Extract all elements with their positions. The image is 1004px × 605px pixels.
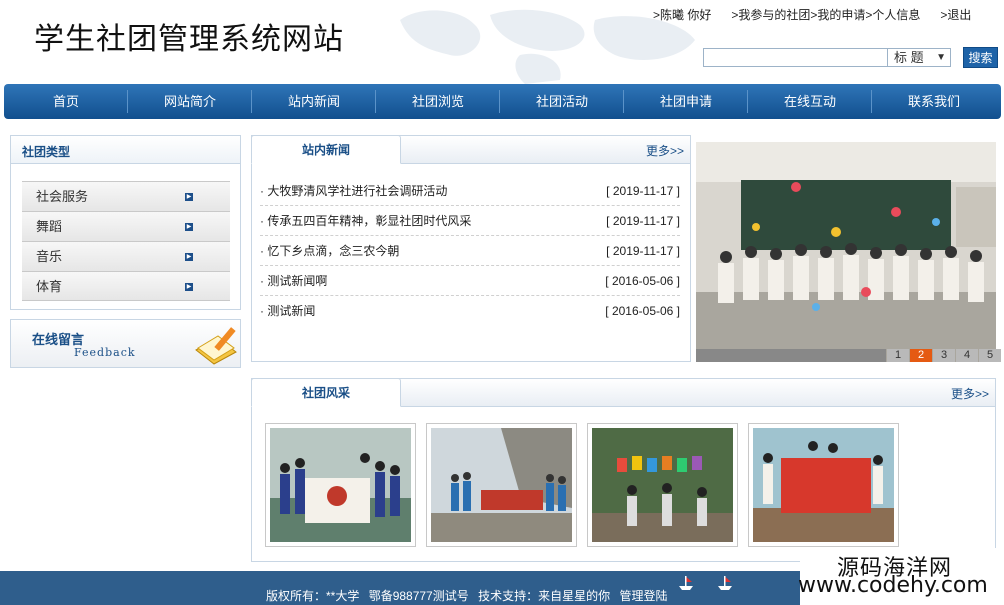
footer-copyright: 版权所有：**大学 [266, 589, 360, 603]
search-input[interactable] [703, 48, 888, 67]
notebook-pencil-icon [195, 327, 237, 365]
footer-text: 版权所有：**大学 鄂备988777测试号 技术支持：来自星星的你 管理登陆 [266, 587, 673, 604]
my-apply-link[interactable]: >我的申请 [810, 8, 865, 22]
news-more-link[interactable]: 更多>> [646, 142, 684, 159]
club-style-panel: 社团风采 更多>> [251, 378, 996, 562]
news-date: [ 2019-11-17 ] [606, 214, 680, 228]
category-label: 音乐 [36, 249, 63, 264]
nav-item-news[interactable]: 站内新闻 [252, 84, 376, 119]
feedback-banner[interactable]: 在线留言 Feedback [10, 319, 241, 368]
profile-link[interactable]: >个人信息 [865, 8, 920, 22]
pirate-ship-icon [718, 576, 732, 590]
my-clubs-link[interactable]: >我参与的社团 [731, 8, 810, 22]
news-title[interactable]: · 测试新闻 [260, 304, 315, 318]
slideshow-pager: 1 2 3 4 5 [886, 349, 1001, 362]
search-button[interactable]: 搜索 [963, 47, 998, 68]
category-label: 社会服务 [36, 189, 89, 204]
club-photo-list [265, 423, 909, 547]
arrow-right-icon: ▶ [185, 253, 193, 261]
club-photo[interactable] [748, 423, 899, 547]
news-date: [ 2019-11-17 ] [606, 244, 680, 258]
news-item[interactable]: · 测试新闻啊 [ 2016-05-06 ] [260, 266, 680, 296]
search-field-value: 标 题 [894, 50, 924, 65]
news-title[interactable]: · 大牧野清风学社进行社会调研活动 [260, 184, 447, 198]
top-links: >陈曦 你好 >我参与的社团>我的申请>个人信息 >退出 [653, 6, 971, 23]
search-field-select[interactable]: 标 题 ▼ [887, 48, 951, 67]
club-photo-image [270, 428, 411, 542]
nav-item-home[interactable]: 首页 [4, 84, 128, 119]
dropdown-arrow-icon: ▼ [936, 52, 946, 63]
user-greeting: >陈曦 你好 [653, 8, 712, 22]
nav-item-contact[interactable]: 联系我们 [872, 84, 996, 119]
slide-page-2[interactable]: 2 [910, 349, 932, 362]
category-item-sports[interactable]: 体育 ▶ [22, 271, 230, 301]
club-style-more-link[interactable]: 更多>> [951, 385, 989, 402]
news-panel: 站内新闻 更多>> · 大牧野清风学社进行社会调研活动 [ 2019-11-17 … [251, 135, 691, 362]
tab-club-style[interactable]: 社团风采 [251, 378, 401, 407]
nav-item-clubs[interactable]: 社团浏览 [376, 84, 500, 119]
arrow-right-icon: ▶ [185, 223, 193, 231]
news-item[interactable]: · 忆下乡点滴，念三农今朝 [ 2019-11-17 ] [260, 236, 680, 266]
main-nav: 首页 网站简介 站内新闻 社团浏览 社团活动 社团申请 在线互动 联系我们 [4, 84, 1001, 119]
category-item-dance[interactable]: 舞蹈 ▶ [22, 211, 230, 241]
news-date: [ 2019-11-17 ] [606, 184, 680, 198]
category-label: 体育 [36, 279, 63, 294]
slide-page-3[interactable]: 3 [933, 349, 955, 362]
category-list: 社会服务 ▶ 舞蹈 ▶ 音乐 ▶ 体育 ▶ [22, 181, 230, 301]
footer-support: 技术支持：来自星星的你 [478, 589, 611, 603]
news-item[interactable]: · 大牧野清风学社进行社会调研活动 [ 2019-11-17 ] [260, 176, 680, 206]
club-photo-image [753, 428, 894, 542]
category-item-social-service[interactable]: 社会服务 ▶ [22, 181, 230, 211]
news-item[interactable]: · 测试新闻 [ 2016-05-06 ] [260, 296, 680, 326]
tab-news[interactable]: 站内新闻 [251, 135, 401, 164]
nav-item-apply[interactable]: 社团申请 [624, 84, 748, 119]
news-list: · 大牧野清风学社进行社会调研活动 [ 2019-11-17 ] · 传承五四百年… [260, 176, 680, 326]
nav-item-interaction[interactable]: 在线互动 [748, 84, 872, 119]
admin-login-link[interactable]: 管理登陆 [619, 589, 667, 603]
category-label: 舞蹈 [36, 219, 63, 234]
club-photo[interactable] [587, 423, 738, 547]
world-map-background [400, 9, 695, 84]
club-photo[interactable] [426, 423, 577, 547]
news-date: [ 2016-05-06 ] [605, 274, 680, 288]
arrow-right-icon: ▶ [185, 283, 193, 291]
arrow-right-icon: ▶ [185, 193, 193, 201]
pirate-ship-icon [679, 576, 693, 590]
header: 学生社团管理系统网站 >陈曦 你好 >我参与的社团>我的申请>个人信息 >退出 标 … [0, 0, 1004, 84]
club-photo-image [592, 428, 733, 542]
category-title: 社团类型 [11, 136, 240, 164]
logout-link[interactable]: >退出 [940, 8, 971, 22]
news-title[interactable]: · 测试新闻啊 [260, 274, 327, 288]
nav-item-activities[interactable]: 社团活动 [500, 84, 624, 119]
site-title: 学生社团管理系统网站 [34, 22, 344, 57]
slideshow-caption-bar [696, 349, 886, 362]
group-photo-image [696, 142, 996, 362]
nav-item-about[interactable]: 网站简介 [128, 84, 252, 119]
slideshow-image[interactable] [696, 142, 996, 362]
news-title[interactable]: · 忆下乡点滴，念三农今朝 [260, 244, 399, 258]
news-date: [ 2016-05-06 ] [605, 304, 680, 318]
club-photo[interactable] [265, 423, 416, 547]
news-title[interactable]: · 传承五四百年精神，彰显社团时代风采 [260, 214, 471, 228]
watermark-url: www.codehy.com [798, 573, 988, 598]
slide-page-1[interactable]: 1 [887, 349, 909, 362]
slide-page-5[interactable]: 5 [979, 349, 1001, 362]
slide-page-4[interactable]: 4 [956, 349, 978, 362]
news-item[interactable]: · 传承五四百年精神，彰显社团时代风采 [ 2019-11-17 ] [260, 206, 680, 236]
footer-icp: 鄂备988777测试号 [368, 589, 469, 603]
category-item-music[interactable]: 音乐 ▶ [22, 241, 230, 271]
category-box: 社团类型 社会服务 ▶ 舞蹈 ▶ 音乐 ▶ 体育 ▶ [10, 135, 241, 310]
feedback-subtitle: Feedback [74, 346, 136, 359]
club-photo-image [431, 428, 572, 542]
